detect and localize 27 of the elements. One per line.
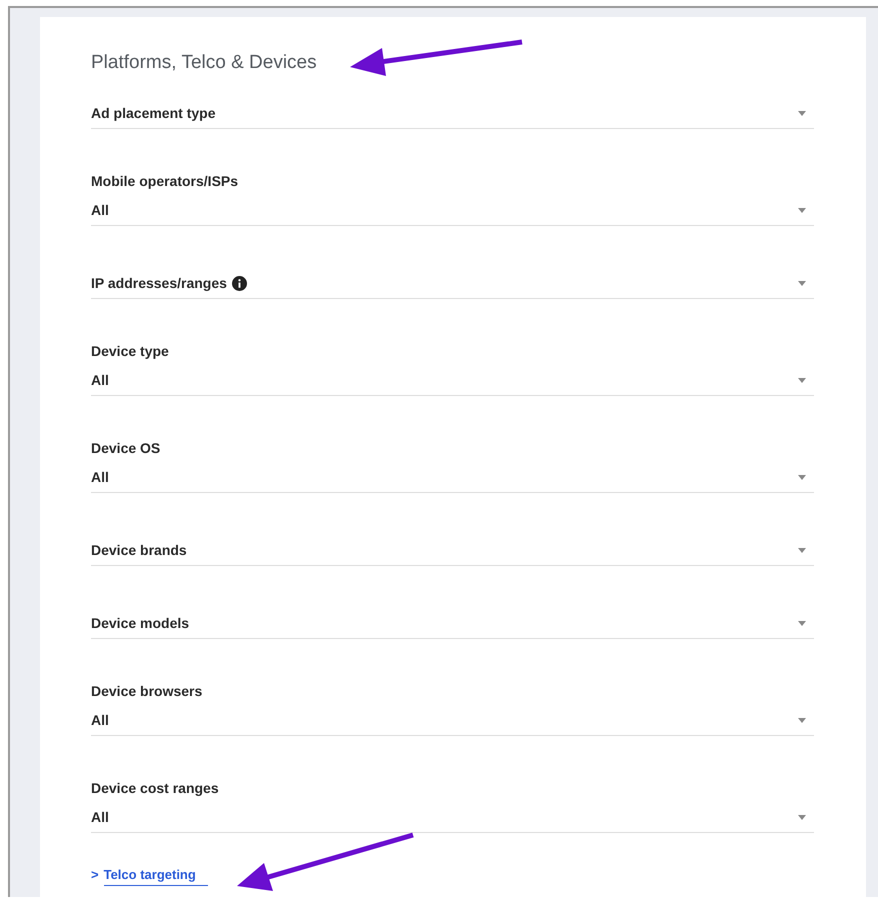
- dropdown-label[interactable]: IP addresses/ranges: [91, 275, 227, 291]
- dropdown-field[interactable]: All: [91, 462, 814, 493]
- caret-icon[interactable]: [798, 280, 806, 286]
- caret-icon: [798, 208, 806, 212]
- field-label: Mobile operators/ISPs: [91, 172, 238, 191]
- dropdown-field[interactable]: All: [91, 195, 814, 226]
- info-icon[interactable]: [232, 276, 247, 290]
- dropdown-label[interactable]: Device brands: [91, 542, 187, 558]
- field-label: Device type: [91, 342, 169, 361]
- caret-icon[interactable]: [798, 548, 806, 552]
- dropdown-field[interactable]: All: [91, 365, 814, 396]
- telco-targeting-link[interactable]: Telco targeting: [104, 865, 208, 886]
- caret-icon: [798, 378, 806, 382]
- dropdown-label[interactable]: Ad placement type: [91, 105, 216, 121]
- section-title: Platforms, Telco & Devices: [91, 51, 317, 75]
- dropdown-field[interactable]: All: [91, 705, 814, 736]
- caret-icon[interactable]: [798, 620, 806, 626]
- dropdown-label[interactable]: Device models: [91, 615, 190, 631]
- caret-icon: [798, 718, 806, 722]
- field-label: Device cost ranges: [91, 779, 219, 798]
- field-label: Device browsers: [91, 682, 202, 701]
- caret-icon: [798, 474, 806, 480]
- field-label: Device OS: [91, 439, 160, 458]
- chevron-text: >: [91, 866, 99, 884]
- caret-icon: [798, 814, 806, 820]
- dropdown-field[interactable]: All: [91, 802, 814, 833]
- caret-icon[interactable]: [798, 110, 806, 116]
